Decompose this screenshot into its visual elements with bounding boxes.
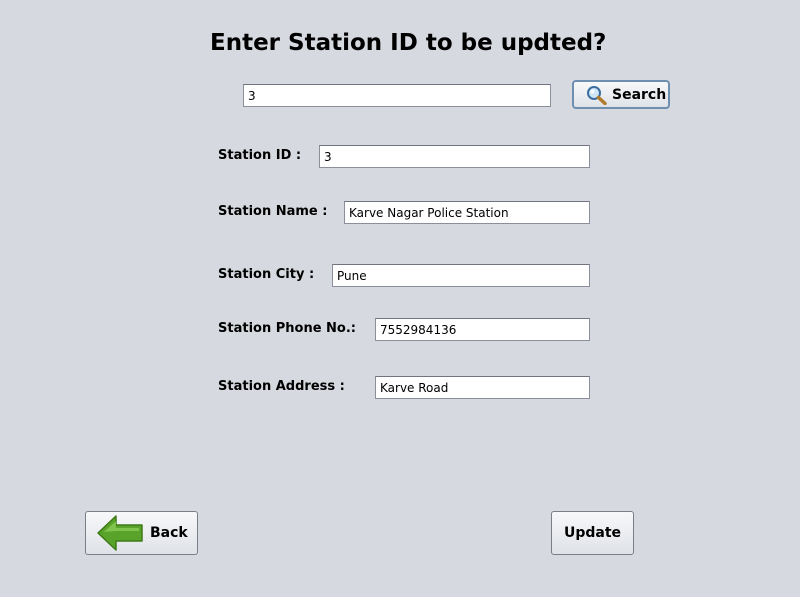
station-phone-field[interactable] — [375, 318, 590, 341]
search-button[interactable]: Search — [572, 80, 670, 109]
update-button[interactable]: Update — [551, 511, 634, 555]
update-button-label: Update — [563, 525, 622, 541]
page-title: Enter Station ID to be updted? — [210, 30, 607, 56]
station-name-field[interactable] — [344, 201, 590, 224]
station-address-label: Station Address : — [218, 379, 345, 394]
search-icon — [586, 85, 608, 105]
back-button[interactable]: Back — [85, 511, 198, 555]
station-city-field[interactable] — [332, 264, 590, 287]
station-id-field[interactable] — [319, 145, 590, 168]
station-phone-label: Station Phone No.: — [218, 321, 356, 336]
station-id-label: Station ID : — [218, 148, 302, 163]
station-city-label: Station City : — [218, 267, 315, 282]
back-button-label: Back — [150, 525, 188, 541]
back-arrow-icon — [96, 514, 144, 552]
station-name-label: Station Name : — [218, 204, 328, 219]
station-address-field[interactable] — [375, 376, 590, 399]
search-input[interactable] — [243, 84, 551, 107]
search-button-label: Search — [612, 86, 667, 103]
